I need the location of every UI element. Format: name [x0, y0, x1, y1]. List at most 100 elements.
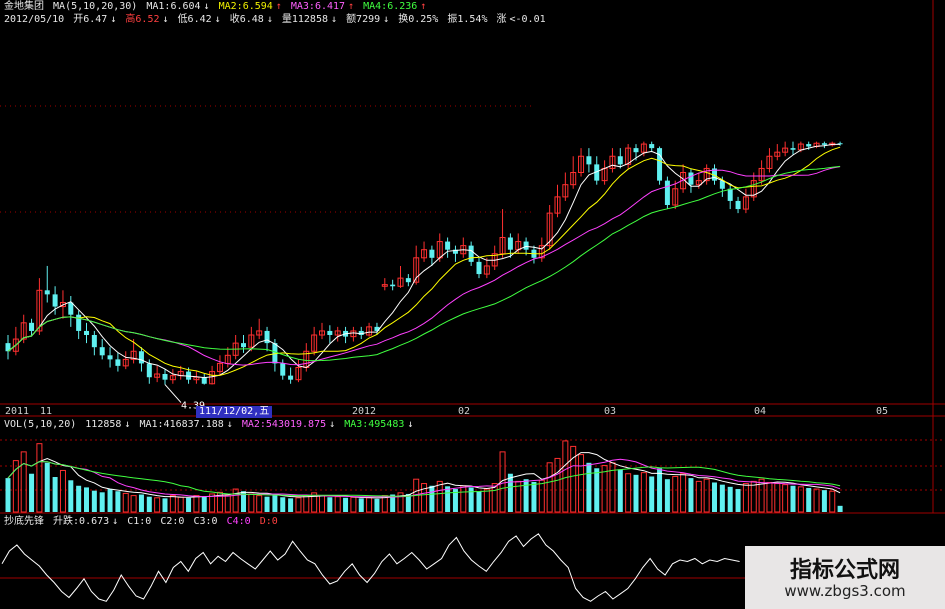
volume-bar — [350, 496, 357, 513]
volume-bar — [782, 484, 789, 513]
open-arrow-icon: ↓ — [110, 14, 117, 25]
volume-bar — [256, 495, 263, 513]
vol-params: VOL(5,10,20) — [4, 419, 77, 430]
candle-body — [727, 188, 733, 201]
vol-ma1: MA1:416837.188 — [139, 419, 224, 430]
volume-bar — [177, 496, 184, 513]
volume-bar — [366, 497, 373, 513]
time-axis-label: 2012 — [352, 406, 376, 417]
volume-bar — [186, 497, 192, 512]
volume-bar — [617, 469, 623, 512]
candle-body — [280, 363, 286, 376]
volume-bar — [594, 468, 600, 512]
candle-body — [806, 144, 812, 147]
candle-body — [52, 294, 58, 307]
volume-bar — [138, 494, 144, 512]
ma4-value: MA4:6.236 — [363, 1, 418, 12]
ma3-value: MA3:6.417 — [290, 1, 346, 12]
watermark-url: www.zbgs3.com — [784, 582, 906, 600]
low-value: 低6.42 — [177, 14, 212, 25]
volume-bar — [601, 465, 608, 513]
volume-bar — [130, 495, 137, 513]
volume-bar — [295, 497, 302, 513]
volume-bar — [633, 474, 639, 512]
volume-bar — [429, 485, 435, 512]
volume-bar — [735, 489, 741, 512]
vol-ma3-arrow-icon: ↓ — [407, 419, 414, 430]
volume-bar — [657, 468, 663, 512]
volume-bar — [264, 496, 270, 512]
volume-bar — [421, 483, 428, 513]
close-value: 收6.48 — [229, 14, 264, 25]
volume-bar — [76, 485, 82, 512]
time-axis-label: 02 — [458, 406, 470, 417]
oscillator-line — [1, 533, 740, 602]
volume-bar — [837, 505, 843, 512]
time-axis-label: 2011 — [5, 406, 29, 417]
ma3-arrow-icon: ↑ — [348, 1, 355, 12]
low-arrow-icon: ↓ — [214, 14, 221, 25]
volume-bar — [712, 482, 717, 512]
volume-bar — [20, 451, 27, 513]
watermark: 指标公式网 www.zbgs3.com — [745, 546, 945, 609]
candle-body — [68, 302, 74, 315]
volume-bar — [193, 495, 200, 513]
volume-bar — [538, 479, 545, 513]
candle-body — [649, 144, 655, 149]
volume-bar — [640, 472, 647, 513]
candle-body — [688, 172, 694, 185]
ma20-line — [7, 166, 841, 366]
candle-body — [76, 314, 82, 331]
volume-bar — [84, 487, 89, 512]
candle-body — [468, 245, 474, 262]
volume-bar — [36, 443, 43, 513]
candle-body — [790, 148, 796, 150]
volume-bar — [162, 498, 168, 512]
candle-body — [84, 330, 89, 335]
volume-bar — [154, 497, 161, 513]
volume-bar — [813, 488, 820, 513]
candle-body — [664, 180, 670, 205]
ma1-arrow-icon: ↓ — [203, 1, 210, 12]
volume-bar — [319, 495, 325, 513]
watermark-title: 指标公式网 — [789, 558, 900, 583]
volume-bar — [59, 469, 66, 513]
ma30-line — [7, 165, 841, 362]
volume-bar — [272, 494, 278, 512]
volume-arrow-icon: ↓ — [331, 14, 338, 25]
ma4-arrow-icon: ↑ — [420, 1, 427, 12]
change-value: <-0.01 — [509, 14, 546, 25]
volume-bar — [586, 462, 592, 512]
candle-body — [476, 261, 482, 275]
volume-bar — [703, 478, 710, 513]
time-axis-label: 05 — [876, 406, 888, 417]
vol-value: 112858 — [85, 419, 122, 430]
volume-header: VOL(5,10,20) 112858 ↓ MA1:416837.188 ↓ MA2… — [4, 419, 416, 431]
volume-bar — [334, 496, 341, 513]
volume-bar — [146, 496, 152, 512]
volume-bar — [829, 490, 836, 513]
volume-bar — [52, 477, 58, 512]
volume-bar — [288, 498, 294, 512]
candle-body — [241, 343, 246, 348]
volume-bar — [343, 497, 349, 512]
candle-body — [445, 241, 451, 250]
time-axis-label: 03 — [604, 406, 616, 417]
high-value: 高6.52 — [125, 14, 160, 25]
time-axis-label: 11 — [40, 406, 52, 417]
volume-value: 量112858 — [281, 14, 328, 25]
candle-body — [29, 322, 35, 331]
vol-ma2-arrow-icon: ↓ — [329, 419, 336, 430]
volume-bar — [115, 491, 121, 512]
candle-body — [146, 363, 152, 378]
volume-bar — [436, 480, 443, 513]
volume-bar — [578, 454, 585, 513]
volume-bar — [797, 486, 804, 513]
time-axis-label: 04 — [754, 406, 766, 417]
candle-body — [138, 351, 144, 364]
amount-arrow-icon: ↓ — [383, 14, 390, 25]
candle-body — [115, 359, 121, 366]
volume-bar — [374, 498, 380, 512]
candle-body — [91, 335, 97, 348]
volume-bar — [695, 480, 702, 513]
